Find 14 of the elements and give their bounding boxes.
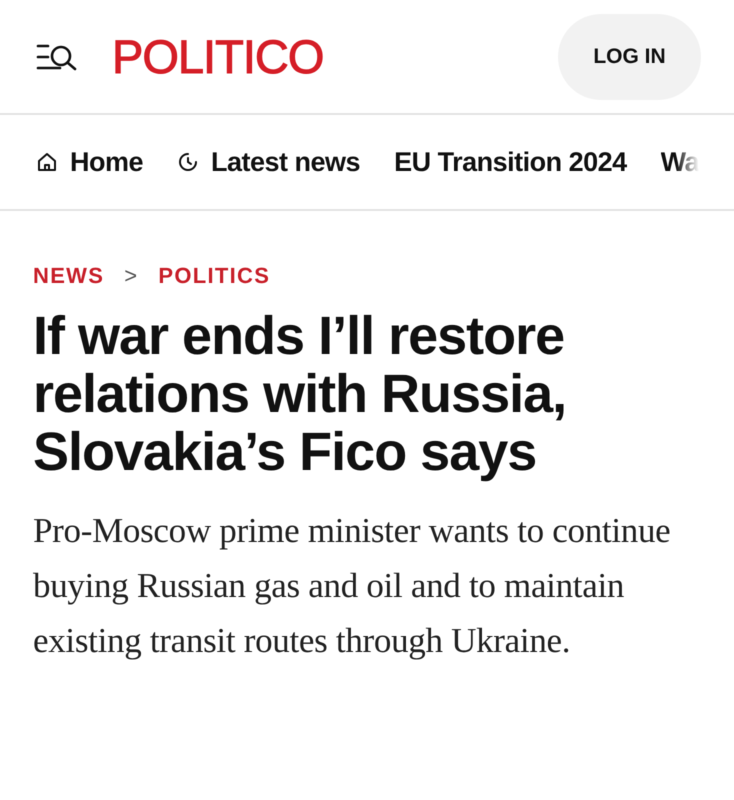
nav-link[interactable]: Wa <box>660 146 700 178</box>
article-summary: Pro-Moscow prime minister wants to continue buying Russian gas and oil and to maintain existing transit routes through Ukraine. <box>33 510 672 662</box>
home-icon <box>36 151 58 173</box>
headline: If war ends I’ll restore relations with Russia, Slovakia’s Fico says <box>33 307 568 481</box>
site-logo[interactable]: POLITICO <box>112 29 324 84</box>
breadcrumb-link[interactable]: NEWS <box>33 263 104 289</box>
breadcrumb-separator: > <box>124 263 138 289</box>
nav-link[interactable]: EU Transition 2024 <box>394 146 627 178</box>
nav-link[interactable]: Latest news <box>177 146 360 178</box>
search-menu-icon[interactable] <box>36 42 78 72</box>
breadcrumb-link[interactable]: POLITICS <box>158 263 270 289</box>
clock-icon <box>177 151 200 173</box>
nav-link[interactable]: Home <box>36 146 144 178</box>
login-button[interactable]: LOG IN <box>558 14 701 100</box>
